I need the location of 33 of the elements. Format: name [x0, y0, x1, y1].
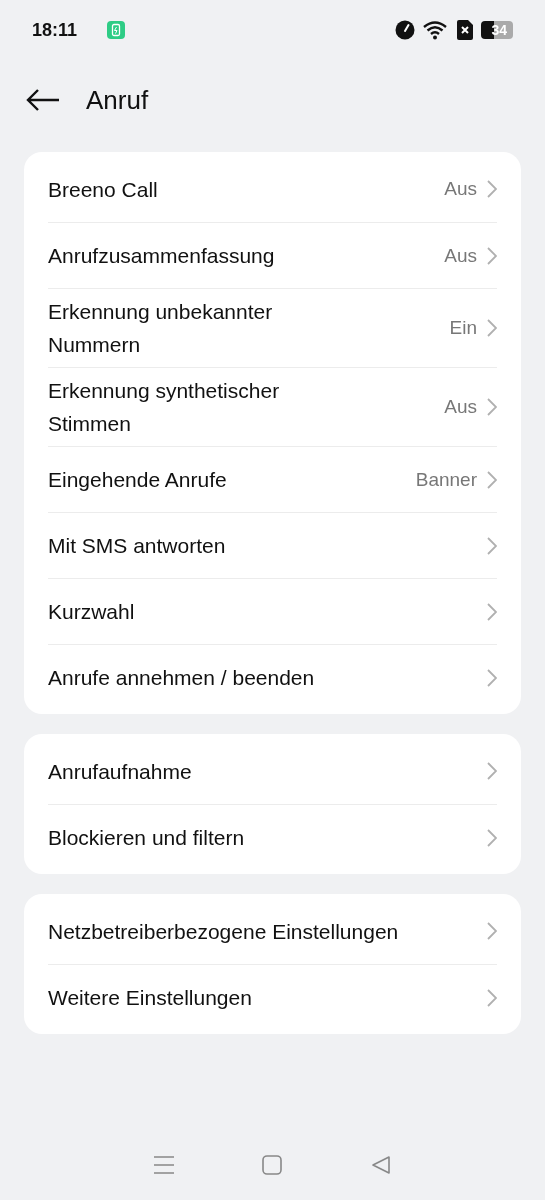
settings-item[interactable]: Kurzwahl [48, 578, 497, 644]
settings-item[interactable]: Netzbetreiberbezogene Einstellungen [48, 898, 497, 964]
status-time: 18:11 [32, 19, 78, 41]
settings-item[interactable]: Anrufaufnahme [48, 738, 497, 804]
chevron-icon [487, 246, 497, 265]
settings-item[interactable]: Erkennung unbekannter Nummern Ein [48, 288, 497, 367]
back-icon[interactable] [26, 88, 60, 112]
chevron-icon [487, 988, 497, 1007]
back-triangle-icon[interactable] [370, 1155, 391, 1175]
chevron-icon [487, 470, 497, 489]
chevron-icon [487, 668, 497, 687]
settings-item[interactable]: Blockieren und filtern [48, 804, 497, 870]
chevron-icon [487, 319, 497, 337]
charging-icon [107, 21, 126, 39]
chevron-icon [487, 398, 497, 416]
chevron-icon [487, 536, 497, 555]
settings-item[interactable]: Breeno Call Aus [48, 156, 497, 222]
settings-item[interactable]: Eingehende Anrufe Banner [48, 446, 497, 512]
speedometer-icon [395, 20, 416, 40]
settings-item[interactable]: Anrufzusammenfassung Aus [48, 222, 497, 288]
chevron-icon [487, 828, 497, 847]
page-title: Anruf [86, 84, 149, 116]
menu-icon[interactable] [154, 1156, 175, 1174]
chevron-icon [487, 922, 497, 940]
chevron-icon [487, 180, 497, 198]
settings-item[interactable]: Anrufe annehmen / beenden [48, 644, 497, 710]
chevron-icon [487, 762, 497, 780]
home-icon[interactable] [262, 1155, 283, 1175]
sim-card-icon [457, 20, 474, 40]
settings-item[interactable]: Weitere Einstellungen [48, 964, 497, 1030]
settings-item[interactable]: Mit SMS antworten [48, 512, 497, 578]
chevron-icon [487, 602, 497, 621]
settings-item[interactable]: Erkennung synthetischer Stimmen Aus [48, 367, 497, 446]
